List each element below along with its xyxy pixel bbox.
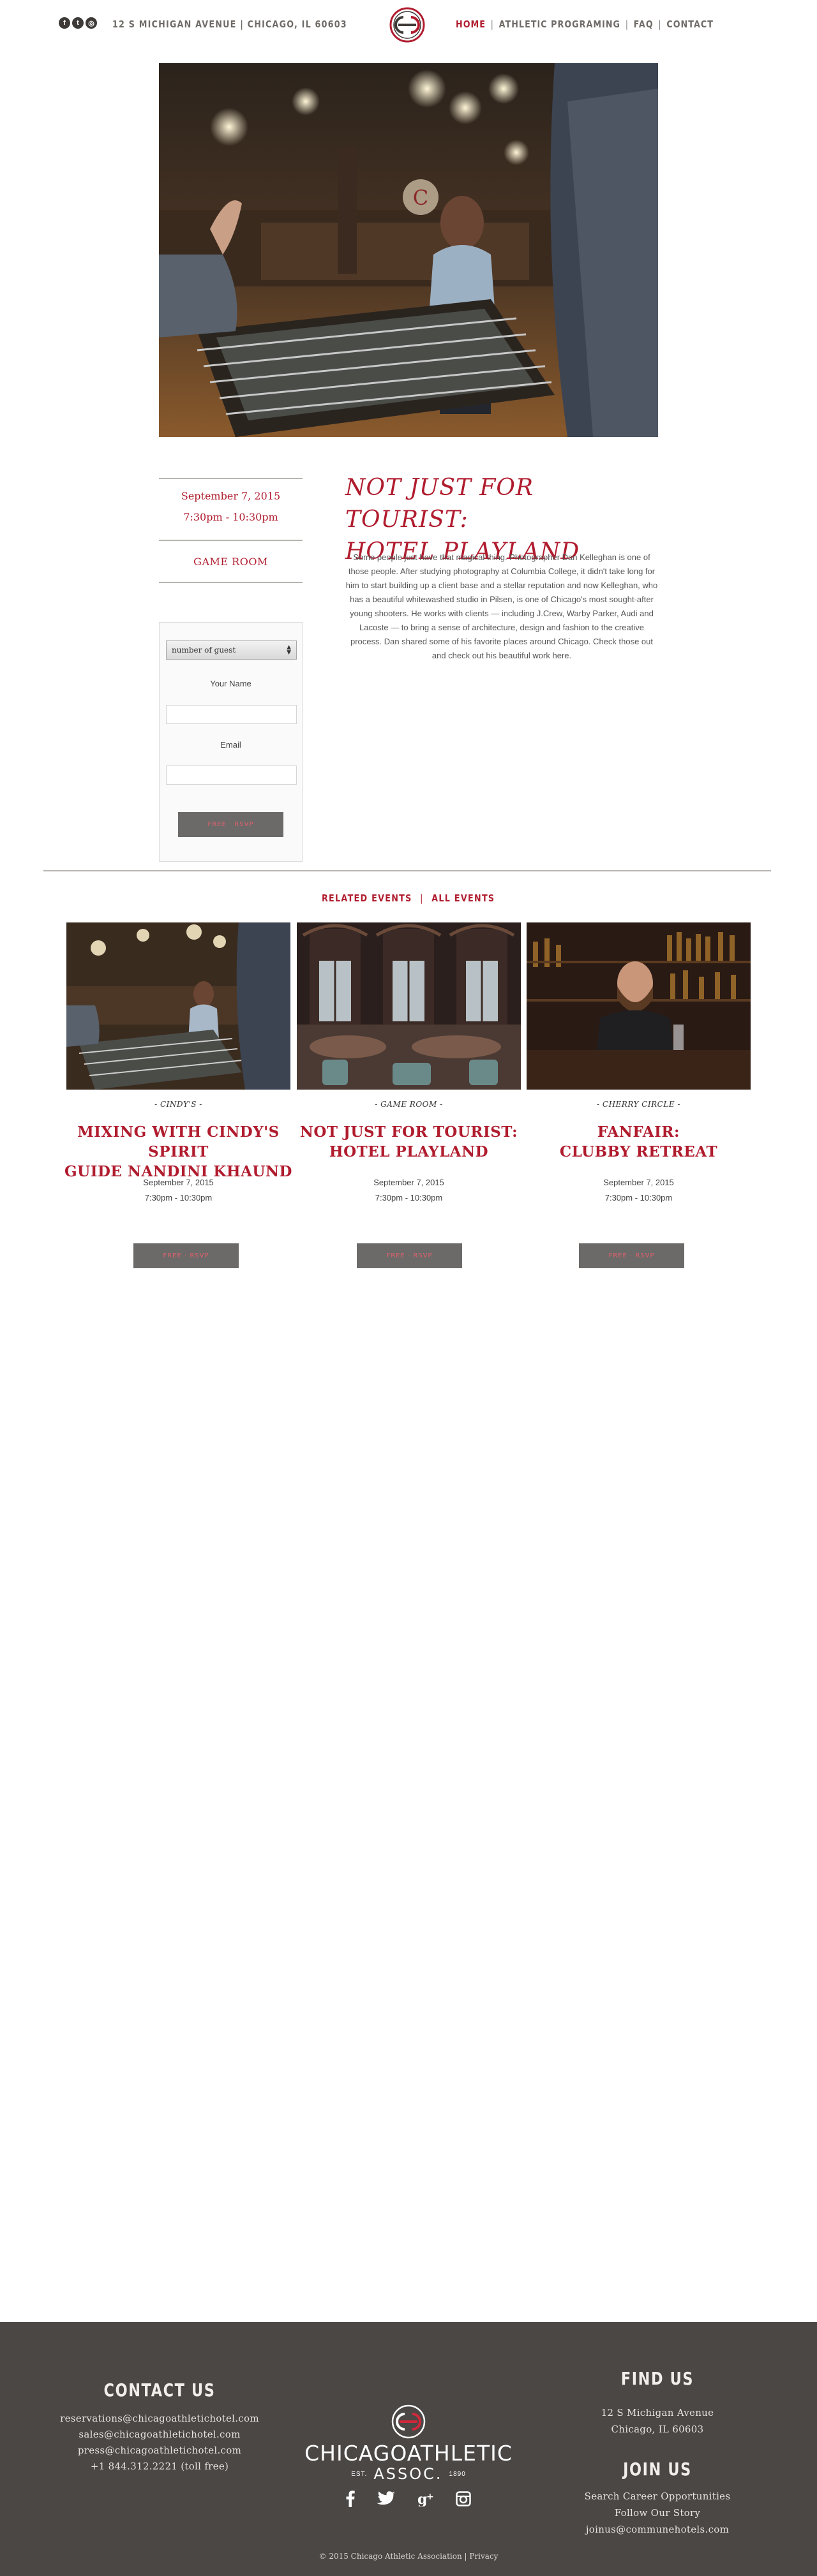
event-title-line-1: NOT JUST FOR TOURIST: bbox=[345, 475, 534, 533]
rsvp-form: number of guest ▲ ▼ Your Name Email FREE … bbox=[159, 622, 303, 862]
google-plus-icon[interactable]: g + bbox=[417, 2491, 434, 2506]
event-thumbnail[interactable] bbox=[66, 922, 290, 1090]
rsvp-button[interactable]: FREE · RSVP bbox=[178, 812, 283, 837]
related-event-card: - CHERRY CIRCLE - FANFAIR: CLUBBY RETREA… bbox=[527, 922, 751, 1268]
sidebar-divider bbox=[159, 540, 303, 541]
twitter-icon[interactable]: t bbox=[72, 17, 84, 29]
card-rsvp-button[interactable]: FREE · RSVP bbox=[133, 1243, 239, 1268]
card-title-line: HOTEL PLAYLAND bbox=[329, 1143, 489, 1160]
logo-icon[interactable] bbox=[389, 7, 425, 43]
card-date: September 7, 2015 bbox=[373, 1178, 444, 1187]
card-time: 7:30pm - 10:30pm bbox=[604, 1193, 673, 1203]
join-email-link[interactable]: joinus@communehotels.com bbox=[555, 2524, 760, 2535]
guest-select-value: number of guest bbox=[172, 646, 236, 655]
twitter-icon[interactable] bbox=[377, 2491, 396, 2506]
card-time: 7:30pm - 10:30pm bbox=[144, 1193, 213, 1203]
instagram-icon[interactable] bbox=[456, 2491, 471, 2506]
nav-separator: | bbox=[625, 19, 629, 30]
facebook-icon[interactable] bbox=[346, 2491, 355, 2507]
header-address: 12 S Michigan Avenue | Chicago, IL 60603 bbox=[112, 19, 347, 30]
card-title-line: MIXING WITH CINDY'S SPIRIT bbox=[77, 1123, 280, 1160]
find-us-city: Chicago, IL 60603 bbox=[611, 2424, 704, 2435]
contact-email-reservations[interactable]: reservations@chicagoathletichotel.com bbox=[38, 2413, 281, 2424]
main-nav: Home | Athletic Programing | FAQ | Conta… bbox=[456, 19, 714, 30]
event-time: 7:30pm - 10:30pm bbox=[183, 511, 278, 523]
contact-heading: CONTACT US bbox=[103, 2380, 216, 2401]
related-event-card: - CINDY'S - MIXING WITH CINDY'S SPIRIT G… bbox=[64, 922, 292, 1268]
event-venue[interactable]: GAME ROOM bbox=[159, 556, 303, 568]
footer-social-links: g + bbox=[345, 2491, 472, 2507]
site-header: f t ◎ 12 S Michigan Avenue | Chicago, IL… bbox=[0, 0, 817, 48]
nav-contact[interactable]: Contact bbox=[666, 19, 714, 30]
footer-logo-icon bbox=[391, 2404, 426, 2439]
event-thumbnail[interactable] bbox=[527, 922, 751, 1090]
card-venue: - CHERRY CIRCLE - bbox=[597, 1100, 680, 1109]
event-date: September 7, 2015 bbox=[181, 490, 281, 502]
svg-text:C: C bbox=[413, 186, 428, 210]
brand-year: 1890 bbox=[449, 2470, 466, 2478]
find-us-heading: FIND US bbox=[620, 2368, 694, 2389]
facebook-icon[interactable]: f bbox=[59, 17, 70, 29]
brand-tagline: EST. ASSOC. 1890 bbox=[292, 2465, 525, 2483]
join-careers-link[interactable]: Search Career Opportunities bbox=[555, 2491, 760, 2502]
name-label: Your Name bbox=[210, 679, 251, 688]
join-us-heading: JOIN US bbox=[623, 2459, 692, 2480]
email-field[interactable] bbox=[166, 766, 297, 785]
instagram-icon[interactable]: ◎ bbox=[86, 17, 97, 29]
find-us-street: 12 S Michigan Avenue bbox=[601, 2407, 714, 2418]
nav-separator: | bbox=[490, 19, 494, 30]
name-field[interactable] bbox=[166, 705, 297, 724]
email-label: Email bbox=[220, 740, 241, 750]
nav-home[interactable]: Home bbox=[456, 19, 486, 30]
heading-separator: | bbox=[420, 892, 424, 904]
card-rsvp-button[interactable]: FREE · RSVP bbox=[357, 1243, 462, 1268]
card-title[interactable]: MIXING WITH CINDY'S SPIRIT GUIDE NANDINI… bbox=[54, 1122, 303, 1181]
card-date: September 7, 2015 bbox=[603, 1178, 674, 1187]
contact-email-press[interactable]: press@chicagoathletichotel.com bbox=[38, 2445, 281, 2456]
all-events-link[interactable]: ALL EVENTS bbox=[432, 892, 495, 904]
card-title-line: FANFAIR: bbox=[597, 1123, 680, 1141]
nav-separator: | bbox=[658, 19, 662, 30]
section-divider bbox=[43, 870, 771, 871]
related-event-card: - GAME ROOM - NOT JUST FOR TOURIST: HOTE… bbox=[297, 922, 521, 1268]
card-time: 7:30pm - 10:30pm bbox=[375, 1193, 443, 1203]
nav-athletic-programing[interactable]: Athletic Programing bbox=[499, 19, 620, 30]
brand-sub: ASSOC. bbox=[373, 2465, 443, 2483]
contact-email-sales[interactable]: sales@chicagoathletichotel.com bbox=[38, 2429, 281, 2440]
card-venue: - CINDY'S - bbox=[154, 1100, 202, 1109]
guest-count-select[interactable]: number of guest ▲ ▼ bbox=[166, 640, 297, 660]
hero-photo: C bbox=[159, 63, 658, 437]
card-title[interactable]: FANFAIR: CLUBBY RETREAT bbox=[514, 1122, 763, 1162]
join-follow-link[interactable]: Follow Our Story bbox=[555, 2507, 760, 2519]
card-title-line: CLUBBY RETREAT bbox=[559, 1143, 718, 1160]
brand-name: CHICAGOATHLETIC bbox=[304, 2441, 513, 2466]
event-thumbnail[interactable] bbox=[297, 922, 521, 1090]
card-title-line: NOT JUST FOR TOURIST: bbox=[299, 1123, 518, 1141]
card-rsvp-button[interactable]: FREE · RSVP bbox=[579, 1243, 684, 1268]
brand-est: EST. bbox=[351, 2470, 368, 2478]
card-title[interactable]: NOT JUST FOR TOURIST: HOTEL PLAYLAND bbox=[284, 1122, 534, 1162]
related-events-label: RELATED EVENTS bbox=[322, 892, 412, 904]
select-arrows-icon: ▲ ▼ bbox=[287, 644, 291, 656]
event-description: Some people just have that magical thing… bbox=[345, 552, 658, 660]
nav-faq[interactable]: FAQ bbox=[634, 19, 654, 30]
card-date: September 7, 2015 bbox=[143, 1178, 214, 1187]
sidebar-divider bbox=[159, 582, 303, 583]
related-events-heading: RELATED EVENTS | ALL EVENTS bbox=[0, 892, 817, 904]
svg-text:+: + bbox=[426, 2492, 434, 2502]
footer-brand-logo[interactable]: CHICAGOATHLETIC EST. ASSOC. 1890 bbox=[292, 2404, 525, 2483]
copyright: © 2015 Chicago Athletic Association | Pr… bbox=[319, 2552, 498, 2561]
contact-phone[interactable]: +1 844.312.2221 (toll free) bbox=[38, 2461, 281, 2472]
sidebar-divider bbox=[159, 478, 303, 479]
card-venue: - GAME ROOM - bbox=[375, 1100, 443, 1109]
header-social-links: f t ◎ bbox=[59, 17, 97, 29]
